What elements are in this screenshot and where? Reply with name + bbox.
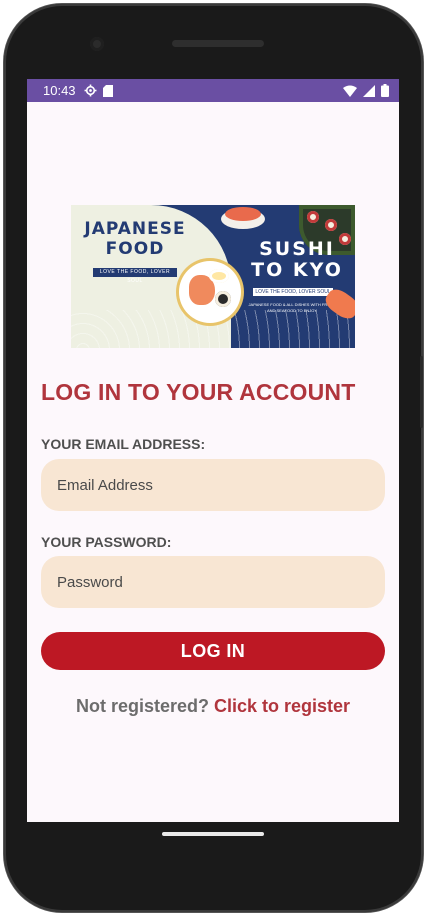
nigiri-illustration [221,207,265,229]
banner-left-tagline: LOVE THE FOOD, LOVER SOUL [93,268,177,284]
register-row: Not registered? Click to register [27,696,399,717]
roll-piece [215,291,231,307]
power-button [420,356,423,428]
battery-icon [381,84,389,97]
banner-right-title: SUSHI TO KYO [251,238,343,281]
register-link[interactable]: Click to register [214,696,350,716]
password-field[interactable] [41,556,385,608]
front-camera [90,37,104,51]
page-title: LOG IN TO YOUR ACCOUNT [41,379,356,405]
password-label: YOUR PASSWORD: [41,534,172,550]
login-button[interactable]: LOG IN [41,632,385,670]
settings-gear-icon [84,84,97,97]
signal-icon [363,84,375,97]
earpiece-speaker [172,40,264,47]
email-label: YOUR EMAIL ADDRESS: [41,436,206,452]
banner-right-description: JAPANESE FOOD & ALL DISHES WITH FRESH AN… [248,302,336,313]
status-bar: 10:43 [27,79,399,102]
hero-banner-image: JAPANESE FOOD LOVE THE FOOD, LOVER SOUL … [71,205,355,348]
roll-piece [325,219,337,231]
banner-left-title: JAPANESE FOOD [84,219,186,259]
roll-piece [307,211,319,223]
sd-card-icon [102,84,113,97]
home-gesture-handle[interactable] [162,832,264,836]
egg-piece [209,269,229,283]
banner-right-tagline: LOVE THE FOOD, LOVER SOUL [253,288,333,296]
app-screen: 10:43 JAPANESE FOOD LOVE THE FOOD, LOVER… [27,79,399,822]
wifi-icon [343,85,357,97]
food-plate-illustration [179,261,241,323]
email-field[interactable] [41,459,385,511]
status-time: 10:43 [43,83,76,98]
register-prompt: Not registered? [75,696,214,716]
